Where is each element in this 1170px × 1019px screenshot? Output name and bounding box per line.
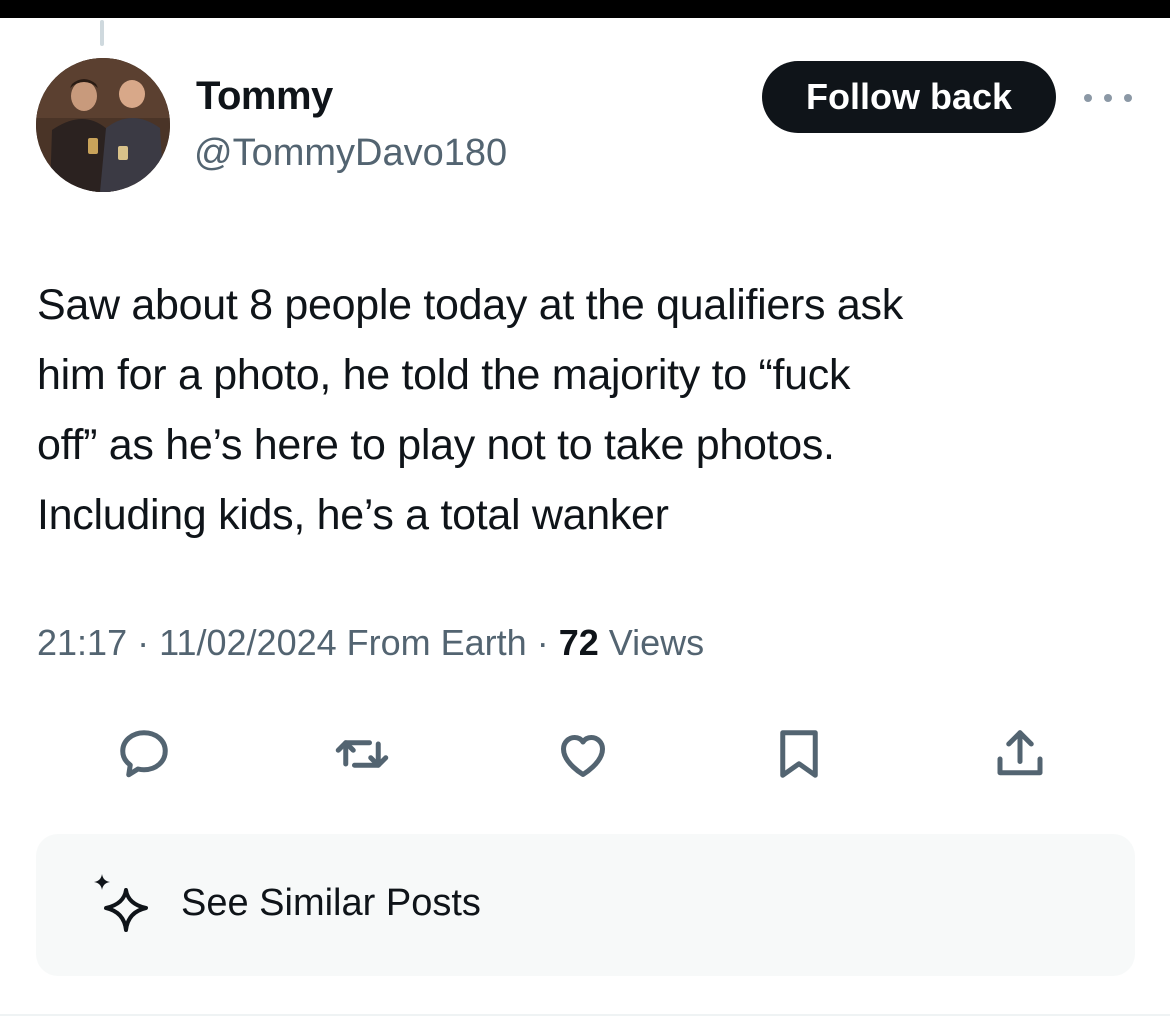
share-upload-icon — [997, 730, 1043, 776]
follow-back-button[interactable]: Follow back — [762, 61, 1056, 133]
speech-bubble-icon — [120, 730, 168, 778]
avatar-photo — [36, 58, 170, 192]
tweet-text-line: off” as he’s here to play not to take ph… — [37, 421, 835, 469]
meta-separator: · — [536, 622, 549, 663]
like-button[interactable] — [551, 722, 615, 786]
sparkle-icon — [94, 874, 148, 932]
tweet-date[interactable]: 11/02/2024 — [159, 622, 337, 663]
reply-button[interactable] — [112, 722, 176, 786]
tweet-metadata: 21:17 · 11/02/2024 From Earth · 72 Views — [37, 622, 704, 664]
views-count[interactable]: 72 — [559, 622, 599, 663]
ellipsis-dot — [1084, 94, 1092, 102]
ellipsis-dot — [1104, 94, 1112, 102]
top-status-strip — [0, 0, 1170, 18]
tweet-text: Saw about 8 people today at the qualifie… — [37, 270, 1137, 550]
repost-button[interactable] — [330, 722, 394, 786]
author-handle[interactable]: @TommyDavo180 — [194, 132, 507, 175]
bottom-divider — [0, 1014, 1170, 1016]
bookmark-button[interactable] — [767, 722, 831, 786]
tweet-text-line: Including kids, he’s a total wanker — [37, 491, 669, 539]
repost-arrows-icon — [335, 740, 389, 768]
tweet-text-line: Saw about 8 people today at the qualifie… — [37, 281, 903, 329]
author-display-name[interactable]: Tommy — [196, 74, 333, 119]
views-label[interactable]: Views — [609, 622, 704, 663]
tweet-text-line: him for a photo, he told the majority to… — [37, 351, 851, 399]
meta-separator: · — [137, 622, 150, 663]
thread-connector-line — [100, 20, 104, 46]
share-button[interactable] — [988, 722, 1052, 786]
see-similar-posts-label: See Similar Posts — [181, 882, 481, 924]
tweet-location: From Earth — [346, 622, 527, 663]
bookmark-icon — [780, 730, 818, 778]
ellipsis-icon[interactable] — [1084, 90, 1132, 106]
see-similar-posts-button[interactable]: See Similar Posts — [36, 834, 1135, 976]
heart-icon — [561, 735, 605, 777]
tweet-time[interactable]: 21:17 — [37, 622, 127, 663]
avatar[interactable] — [36, 58, 170, 192]
ellipsis-dot — [1124, 94, 1132, 102]
